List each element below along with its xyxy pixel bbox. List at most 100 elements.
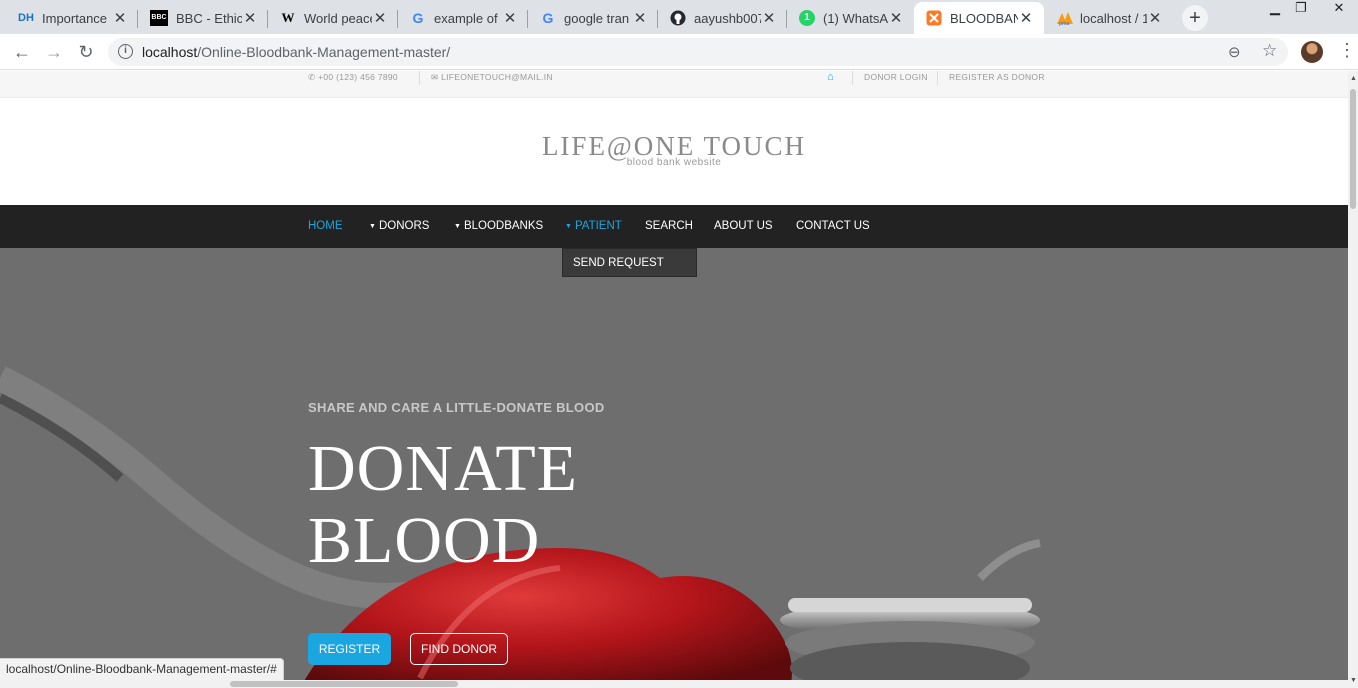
tab-close-icon[interactable]: ✕ [242,9,258,27]
tab-close-icon[interactable]: ✕ [888,9,904,27]
tab-close-icon[interactable]: ✕ [1147,9,1163,27]
caret-down-icon: ▼ [565,223,572,230]
hero-headline: DONATE BLOOD [308,433,578,577]
phone-icon: ✆ [308,72,319,82]
main-navigation: HOME ▼ DONORS ▼ BLOODBANKS ▼ PATIENT SEARCH… [0,205,1348,248]
email-address: LIFEONETOUCH@MAIL.IN [441,72,553,82]
tab-close-icon[interactable]: ✕ [112,9,128,27]
divider [852,71,853,85]
divider [419,71,420,85]
xampp-favicon-icon [926,10,942,26]
caret-down-icon: ▼ [369,223,376,230]
bbc-favicon-icon: BBC [150,10,168,26]
zoom-icon[interactable]: ⊖ [1228,43,1241,61]
donor-login-link[interactable]: DONOR LOGIN [864,71,928,83]
browser-menu-icon[interactable]: ⋮ [1338,40,1356,61]
hero-eyebrow: SHARE AND CARE A LITTLE-DONATE BLOOD [308,400,605,415]
browser-tab[interactable]: DH Importance ✕ [6,2,138,34]
vertical-scrollbar[interactable]: ▲ ▼ [1348,71,1358,688]
nav-patient[interactable]: ▼ PATIENT [565,220,622,232]
tab-title: Importance [42,10,108,26]
tab-close-icon[interactable]: ✕ [632,9,648,27]
patient-dropdown-menu: SEND REQUEST [562,248,697,277]
site-tagline: blood bank website [626,157,722,168]
hero-headline-line1: DONATE [308,432,578,505]
tab-close-icon[interactable]: ✕ [1018,9,1034,27]
web-page: ✆ +00 (123) 456 7890 ✉ LIFEONETOUCH@MAIL… [0,71,1348,688]
home-icon[interactable]: ⌂ [827,71,834,83]
divider [937,71,938,85]
browser-tab[interactable]: W World peace ✕ [268,2,398,34]
profile-avatar[interactable] [1301,41,1323,63]
tab-title: BLOODBAN [950,10,1018,26]
tab-title: aayushb007 [694,10,761,26]
hero-banner: SHARE AND CARE A LITTLE-DONATE BLOOD DON… [0,248,1348,688]
tab-title: BBC - Ethics [176,10,242,26]
nav-home[interactable]: HOME [308,220,343,232]
github-favicon-icon [670,10,686,26]
stethoscope-heart-image [0,248,1348,688]
tab-title: example of [434,10,498,26]
register-button[interactable]: REGISTER [308,633,391,665]
deccan-herald-favicon-icon: DH [18,12,34,24]
phpmyadmin-favicon-icon: pma [1056,10,1073,27]
wikipedia-favicon-icon: W [281,10,295,25]
tab-close-icon[interactable]: ✕ [761,9,777,27]
site-info-icon[interactable]: i [118,44,133,59]
send-request-menu-item[interactable]: SEND REQUEST [573,257,664,269]
browser-tab[interactable]: G google tran ✕ [528,2,658,34]
browser-tab[interactable]: BBC BBC - Ethics ✕ [138,2,268,34]
site-brand[interactable]: LIFE@ONE TOUCH blood bank website [0,131,1348,168]
scroll-up-arrow-icon[interactable]: ▲ [1350,75,1357,82]
envelope-icon: ✉ [431,72,442,82]
bookmark-star-icon[interactable]: ☆ [1262,41,1277,61]
nav-patient-label: PATIENT [574,220,622,232]
address-bar[interactable]: i localhost/Online-Bloodbank-Management-… [108,38,1288,66]
tab-title: World peace [304,10,372,26]
email-info: ✉ LIFEONETOUCH@MAIL.IN [431,71,553,83]
restore-window-icon[interactable]: ❐ [1288,0,1314,18]
new-tab-button[interactable]: + [1182,5,1208,31]
nav-bloodbanks[interactable]: ▼ BLOODBANKS [454,220,543,232]
close-window-icon[interactable]: ✕ [1326,0,1352,18]
whatsapp-favicon-icon: 1 [799,10,815,26]
nav-donors[interactable]: ▼ DONORS [369,220,429,232]
browser-tab[interactable]: 1 (1) WhatsAp ✕ [787,2,914,34]
horizontal-scrollbar-thumb[interactable] [230,681,458,687]
phone-number: +00 (123) 456 7890 [318,72,398,82]
nav-search[interactable]: SEARCH [645,220,693,232]
scroll-down-arrow-icon[interactable]: ▼ [1350,677,1357,684]
tab-title: (1) WhatsAp [823,10,888,26]
google-favicon-icon: G [542,10,554,26]
forward-arrow-icon[interactable]: → [42,40,66,64]
find-donor-button[interactable]: FIND DONOR [410,633,508,665]
back-arrow-icon[interactable]: ← [10,40,34,64]
browser-tab[interactable]: G example of ✕ [398,2,528,34]
tab-close-icon[interactable]: ✕ [372,9,388,27]
nav-about-us[interactable]: ABOUT US [714,220,773,232]
browser-tab[interactable]: aayushb007 ✕ [658,2,787,34]
tab-title: localhost / 1 [1080,10,1147,26]
reload-icon[interactable]: ↻ [74,40,98,64]
browser-tab-strip: DH Importance ✕ BBC BBC - Ethics ✕ W Wor… [0,0,1358,34]
hero-headline-line2: BLOOD [308,504,541,577]
scrollbar-thumb[interactable] [1350,89,1356,209]
url-path: /Online-Bloodbank-Management-master/ [197,44,451,60]
register-as-donor-link[interactable]: REGISTER AS DONOR [949,71,1045,83]
address-url[interactable]: localhost/Online-Bloodbank-Management-ma… [142,44,450,60]
horizontal-scrollbar[interactable] [0,680,1348,688]
caret-down-icon: ▼ [454,223,461,230]
svg-text:pma: pma [1059,21,1070,26]
url-host: localhost [142,44,198,60]
link-status-bar: localhost/Online-Bloodbank-Management-ma… [0,658,284,680]
google-favicon-icon: G [412,10,424,26]
browser-tab-active[interactable]: BLOODBAN ✕ [914,2,1044,34]
nav-contact-us[interactable]: CONTACT US [796,220,870,232]
minimize-window-icon[interactable]: ▁ [1262,0,1288,18]
contact-top-bar: ✆ +00 (123) 456 7890 ✉ LIFEONETOUCH@MAIL… [0,71,1348,98]
browser-toolbar: ← → ↻ i localhost/Online-Bloodbank-Manag… [0,34,1358,70]
browser-tab[interactable]: pma localhost / 1 ✕ [1044,2,1173,34]
nav-donors-label: DONORS [378,220,430,232]
tab-close-icon[interactable]: ✕ [502,9,518,27]
tab-title: google tran [564,10,630,26]
